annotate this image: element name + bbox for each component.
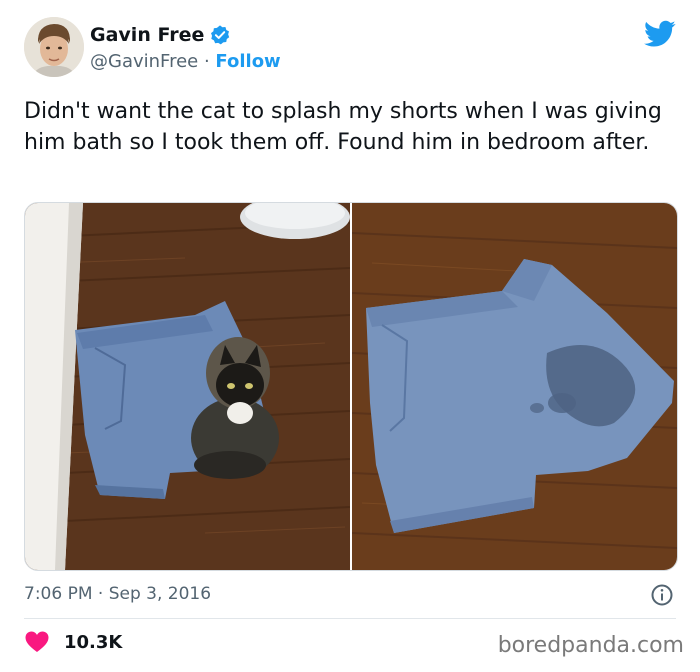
like-count: 10.3K (64, 631, 123, 653)
tweet-date: Sep 3, 2016 (108, 584, 212, 604)
user-name-row[interactable]: Gavin Free (90, 24, 231, 46)
divider (24, 618, 676, 619)
tweet-time: 7:06 PM (24, 584, 93, 604)
verified-badge-icon (209, 24, 231, 46)
handle-row: @GavinFree · Follow (90, 51, 281, 73)
separator: · (92, 584, 109, 604)
tweet-timestamp[interactable]: 7:06 PM · Sep 3, 2016 (24, 584, 211, 604)
user-name[interactable]: Gavin Free (90, 24, 204, 46)
info-icon[interactable] (650, 583, 674, 607)
separator: · (198, 51, 216, 72)
follow-button[interactable]: Follow (215, 51, 280, 72)
photo-wet-shorts[interactable] (352, 203, 677, 570)
media-grid (24, 202, 678, 571)
photo-cat-on-shorts[interactable] (25, 203, 350, 570)
like-button[interactable]: 10.3K (24, 630, 122, 654)
heart-icon (24, 630, 50, 654)
tweet-text: Didn't want the cat to splash my shorts … (24, 99, 662, 155)
twitter-bird-icon[interactable] (644, 20, 676, 48)
user-handle[interactable]: @GavinFree (90, 51, 198, 72)
watermark-text: boredpanda.com (497, 633, 684, 658)
avatar[interactable] (24, 17, 84, 77)
